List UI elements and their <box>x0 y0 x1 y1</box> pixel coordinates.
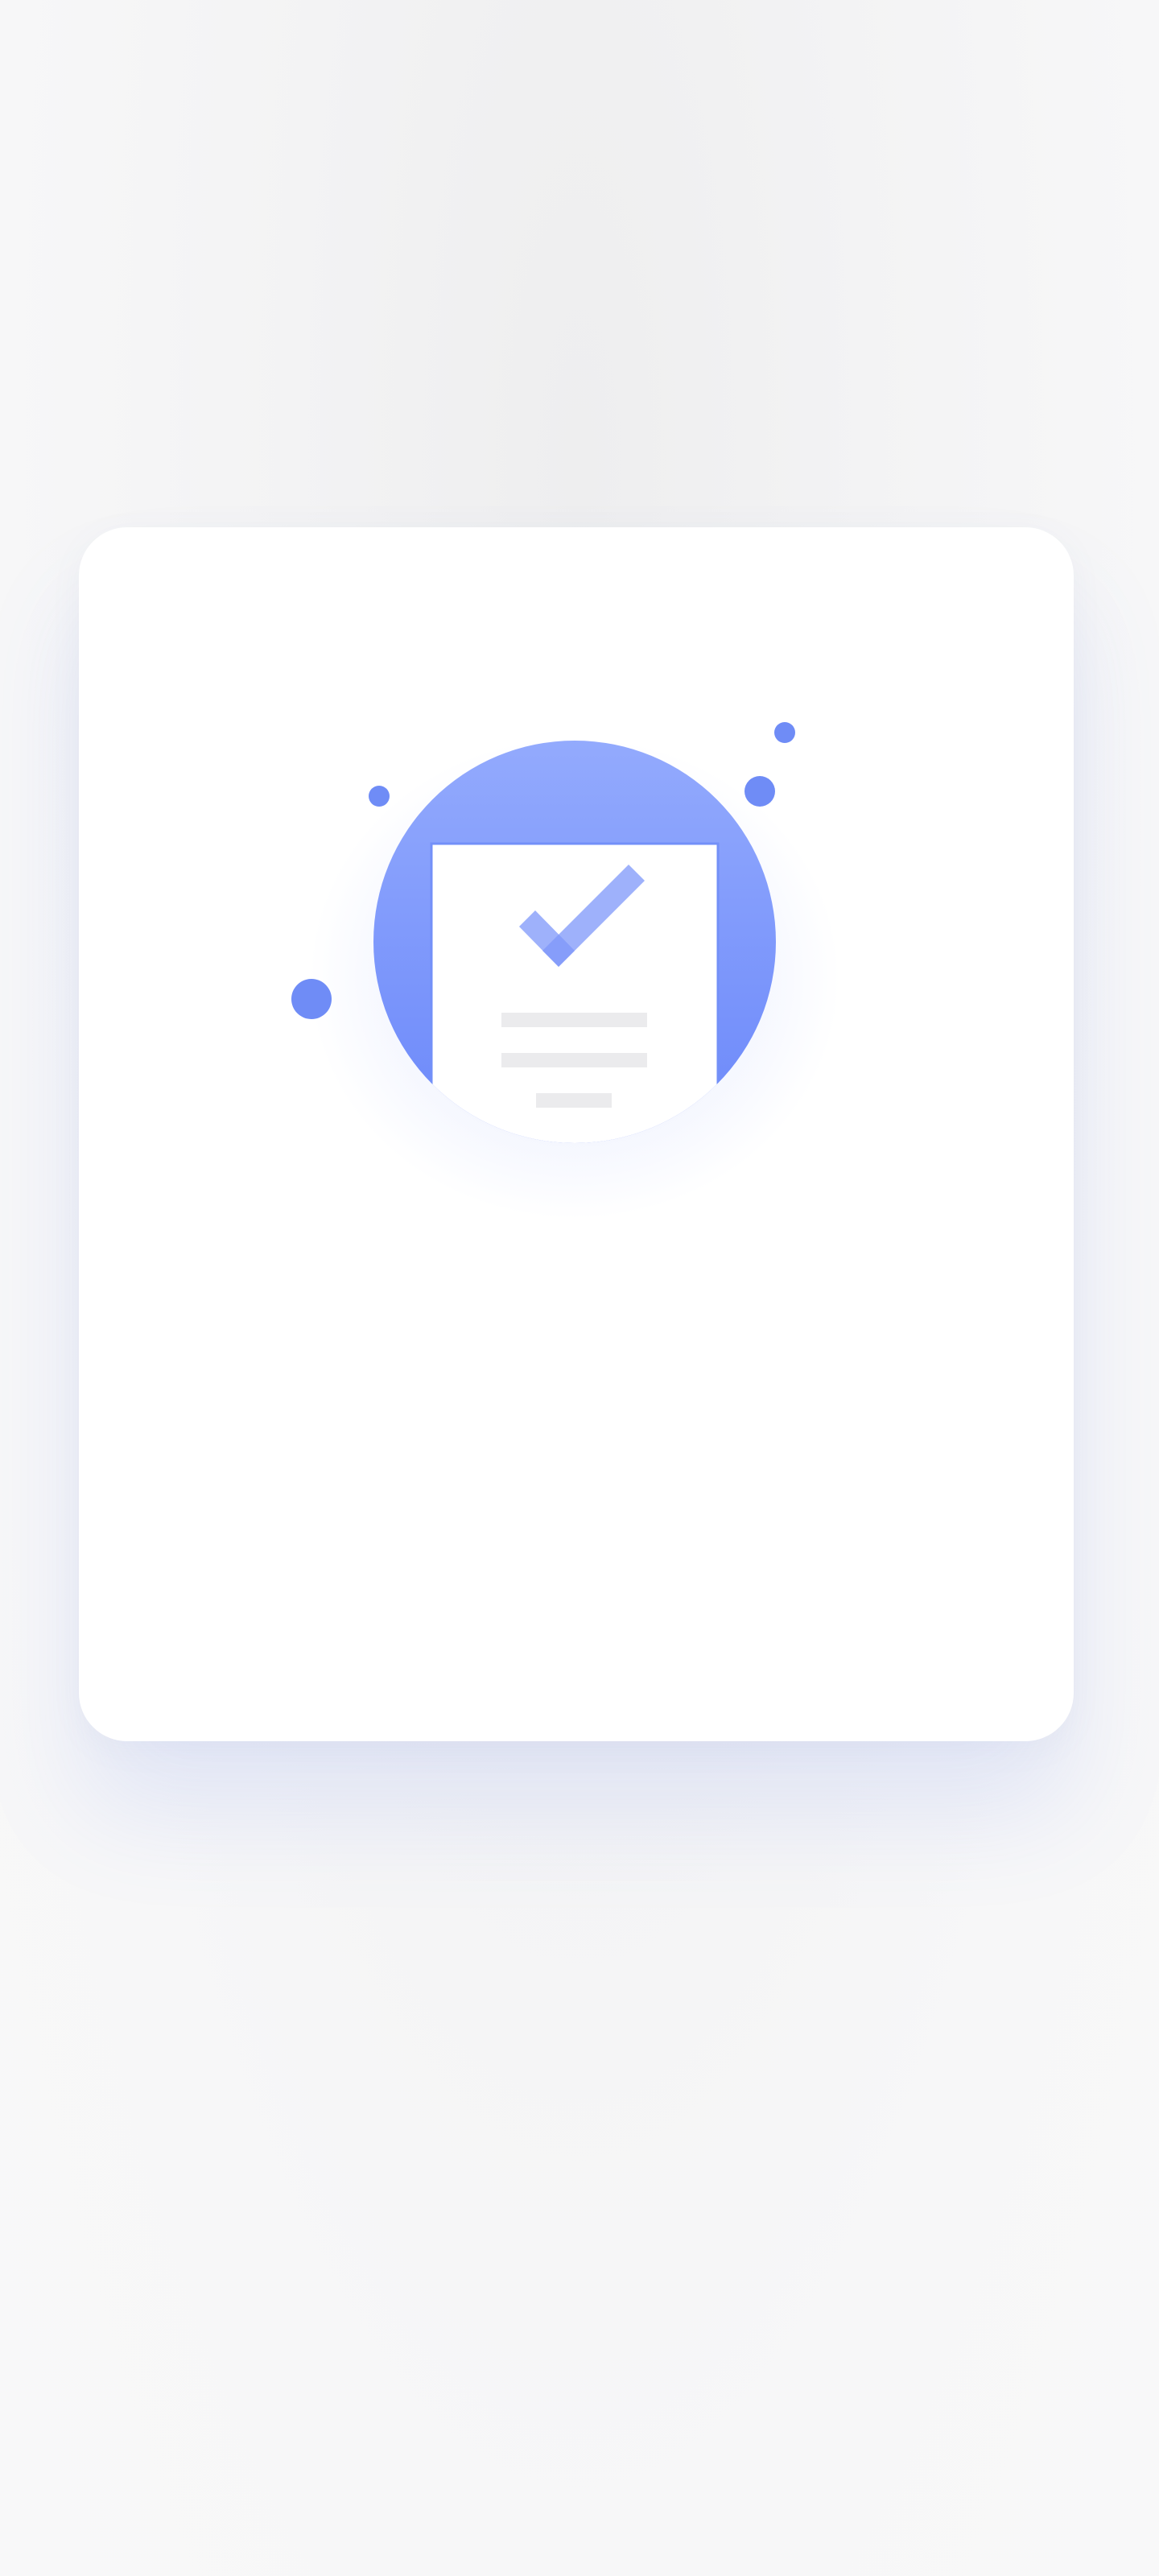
document-line-2 <box>501 1053 647 1067</box>
decor-dot-small-left <box>369 786 390 807</box>
document-line-1 <box>501 1013 647 1027</box>
decor-dot-medium-right <box>744 776 775 807</box>
success-card <box>79 527 1074 1741</box>
document-line-3 <box>536 1093 612 1108</box>
document-check-illustration <box>291 722 840 1220</box>
decor-dot-large-left <box>291 979 332 1019</box>
decor-dot-small-right <box>774 722 795 743</box>
